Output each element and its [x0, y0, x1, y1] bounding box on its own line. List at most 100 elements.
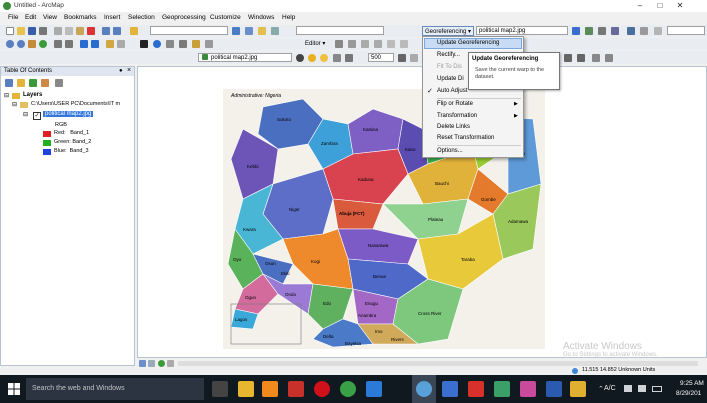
cut-icon[interactable]	[54, 27, 62, 35]
menu-windows[interactable]: Windows	[248, 14, 274, 21]
task-view-icon[interactable]	[212, 381, 228, 397]
paste-icon[interactable]	[76, 27, 84, 35]
add-data-icon[interactable]	[130, 27, 138, 35]
identify-icon[interactable]	[153, 40, 161, 48]
split-icon[interactable]	[361, 40, 369, 48]
contrast-icon[interactable]	[296, 54, 304, 62]
fixed-zoom-out-icon[interactable]	[65, 40, 73, 48]
app-network-icon[interactable]	[494, 381, 510, 397]
file-explorer-icon[interactable]	[238, 381, 254, 397]
pan-icon[interactable]	[28, 40, 36, 48]
select-elements-icon[interactable]	[140, 40, 148, 48]
list-by-source-icon[interactable]	[17, 79, 25, 87]
brightness-icon[interactable]	[308, 54, 316, 62]
copy-icon[interactable]	[65, 27, 73, 35]
volume-icon[interactable]	[638, 385, 646, 392]
find-icon[interactable]	[166, 40, 174, 48]
forward-icon[interactable]	[91, 40, 99, 48]
layers-expand-icon[interactable]: ⊟	[4, 92, 9, 99]
tool-d-icon[interactable]	[564, 54, 572, 62]
hyperlink-icon[interactable]	[192, 40, 200, 48]
print-icon[interactable]	[39, 27, 47, 35]
app-magenta-icon[interactable]	[520, 381, 536, 397]
edit-tool-icon[interactable]	[335, 40, 343, 48]
flicker-icon[interactable]	[345, 54, 353, 62]
layer-combo[interactable]: political map2.jpg	[198, 53, 292, 62]
menu-customize[interactable]: Customize	[210, 14, 241, 21]
menu-item-update-display[interactable]: Update Di	[437, 76, 464, 82]
toc-pin-icon[interactable]: ●	[119, 68, 123, 74]
chrome-icon[interactable]	[340, 381, 356, 397]
raster-visibility-checkbox[interactable]: ✓	[33, 112, 41, 120]
open-icon[interactable]	[17, 27, 25, 35]
display-icon[interactable]	[410, 54, 418, 62]
undo-icon[interactable]	[102, 27, 110, 35]
menu-view[interactable]: View	[43, 14, 57, 21]
time-slider-icon[interactable]	[205, 40, 213, 48]
close-button[interactable]: ✕	[672, 1, 688, 11]
tool-f-icon[interactable]	[592, 54, 600, 62]
horizontal-scrollbar[interactable]	[178, 361, 698, 366]
georeferencing-button[interactable]: Georeferencing ▾	[422, 26, 474, 36]
opera-icon[interactable]	[314, 381, 330, 397]
taskbar-search-box[interactable]: Search the web and Windows	[26, 378, 204, 400]
clear-selection-icon[interactable]	[117, 40, 125, 48]
network-icon[interactable]	[624, 385, 632, 392]
path-label[interactable]: C:\Users\USER PC\Documents\IT m	[31, 101, 120, 107]
menu-item-transformation[interactable]: Transformation	[437, 113, 477, 119]
full-extent-icon[interactable]	[39, 40, 47, 48]
toc-icon[interactable]	[245, 27, 253, 35]
vlc-icon[interactable]	[262, 381, 278, 397]
app-grid-icon[interactable]	[366, 381, 382, 397]
clock-time[interactable]: 9:25 AM	[680, 380, 704, 387]
menu-item-options[interactable]: Options...	[437, 148, 463, 154]
options-icon[interactable]	[55, 79, 63, 87]
pause-icon[interactable]	[167, 360, 174, 367]
attributes-icon[interactable]	[387, 40, 395, 48]
tool-g-icon[interactable]	[605, 54, 613, 62]
menu-item-auto-adjust[interactable]: Auto Adjust	[437, 88, 467, 94]
menu-edit[interactable]: Edit	[25, 14, 36, 21]
menu-item-reset-transformation[interactable]: Reset Transformation	[437, 135, 494, 141]
menu-item-flip-or-rotate[interactable]: Flip or Rotate	[437, 101, 473, 107]
menu-item-delete-links[interactable]: Delete Links	[437, 124, 470, 130]
rotate-edit-icon[interactable]	[374, 40, 382, 48]
list-by-drawing-order-icon[interactable]	[5, 79, 13, 87]
resample-icon[interactable]	[398, 54, 406, 62]
search-box[interactable]	[667, 26, 705, 35]
battery-icon[interactable]	[652, 386, 662, 392]
scale-combo[interactable]: 500	[368, 53, 394, 62]
scale-icon[interactable]	[640, 27, 648, 35]
back-icon[interactable]	[80, 40, 88, 48]
sketch-icon[interactable]	[348, 40, 356, 48]
measure-icon[interactable]	[179, 40, 187, 48]
arcmap-taskbar-icon[interactable]	[416, 381, 432, 397]
fixed-zoom-in-icon[interactable]	[54, 40, 62, 48]
transparency-icon[interactable]	[320, 54, 328, 62]
word-icon[interactable]	[546, 381, 562, 397]
map-scale-combo[interactable]	[150, 26, 228, 35]
swipe-icon[interactable]	[333, 54, 341, 62]
zoom-in-icon[interactable]	[6, 40, 14, 48]
editor-button[interactable]: Editor ▾	[305, 40, 325, 47]
menu-insert[interactable]: Insert	[104, 14, 120, 21]
list-by-selection-icon[interactable]	[41, 79, 49, 87]
rotate-icon[interactable]	[598, 27, 606, 35]
clock-date[interactable]: 8/29/201	[676, 390, 701, 397]
layout-view-icon[interactable]	[148, 360, 155, 367]
view-link-table-icon[interactable]	[627, 27, 635, 35]
raster-expand-icon[interactable]: ⊟	[23, 111, 28, 118]
menu-selection[interactable]: Selection	[128, 14, 155, 21]
link-table-icon[interactable]	[585, 27, 593, 35]
menu-help[interactable]: Help	[282, 14, 295, 21]
menu-item-fit-to-display[interactable]: Fit To Dis	[437, 64, 462, 70]
start-button[interactable]	[8, 383, 20, 395]
georef-layer-combo[interactable]: political map2.jpg	[476, 26, 568, 35]
tool-e-icon[interactable]	[577, 54, 585, 62]
menu-file[interactable]: File	[8, 14, 18, 21]
layer-combo-1[interactable]	[296, 26, 384, 35]
minimize-button[interactable]: –	[632, 1, 648, 11]
maximize-button[interactable]: □	[652, 1, 668, 11]
help-pointer-icon[interactable]	[654, 27, 662, 35]
tray-up-arrow-icon[interactable]: ⌃	[598, 385, 604, 393]
